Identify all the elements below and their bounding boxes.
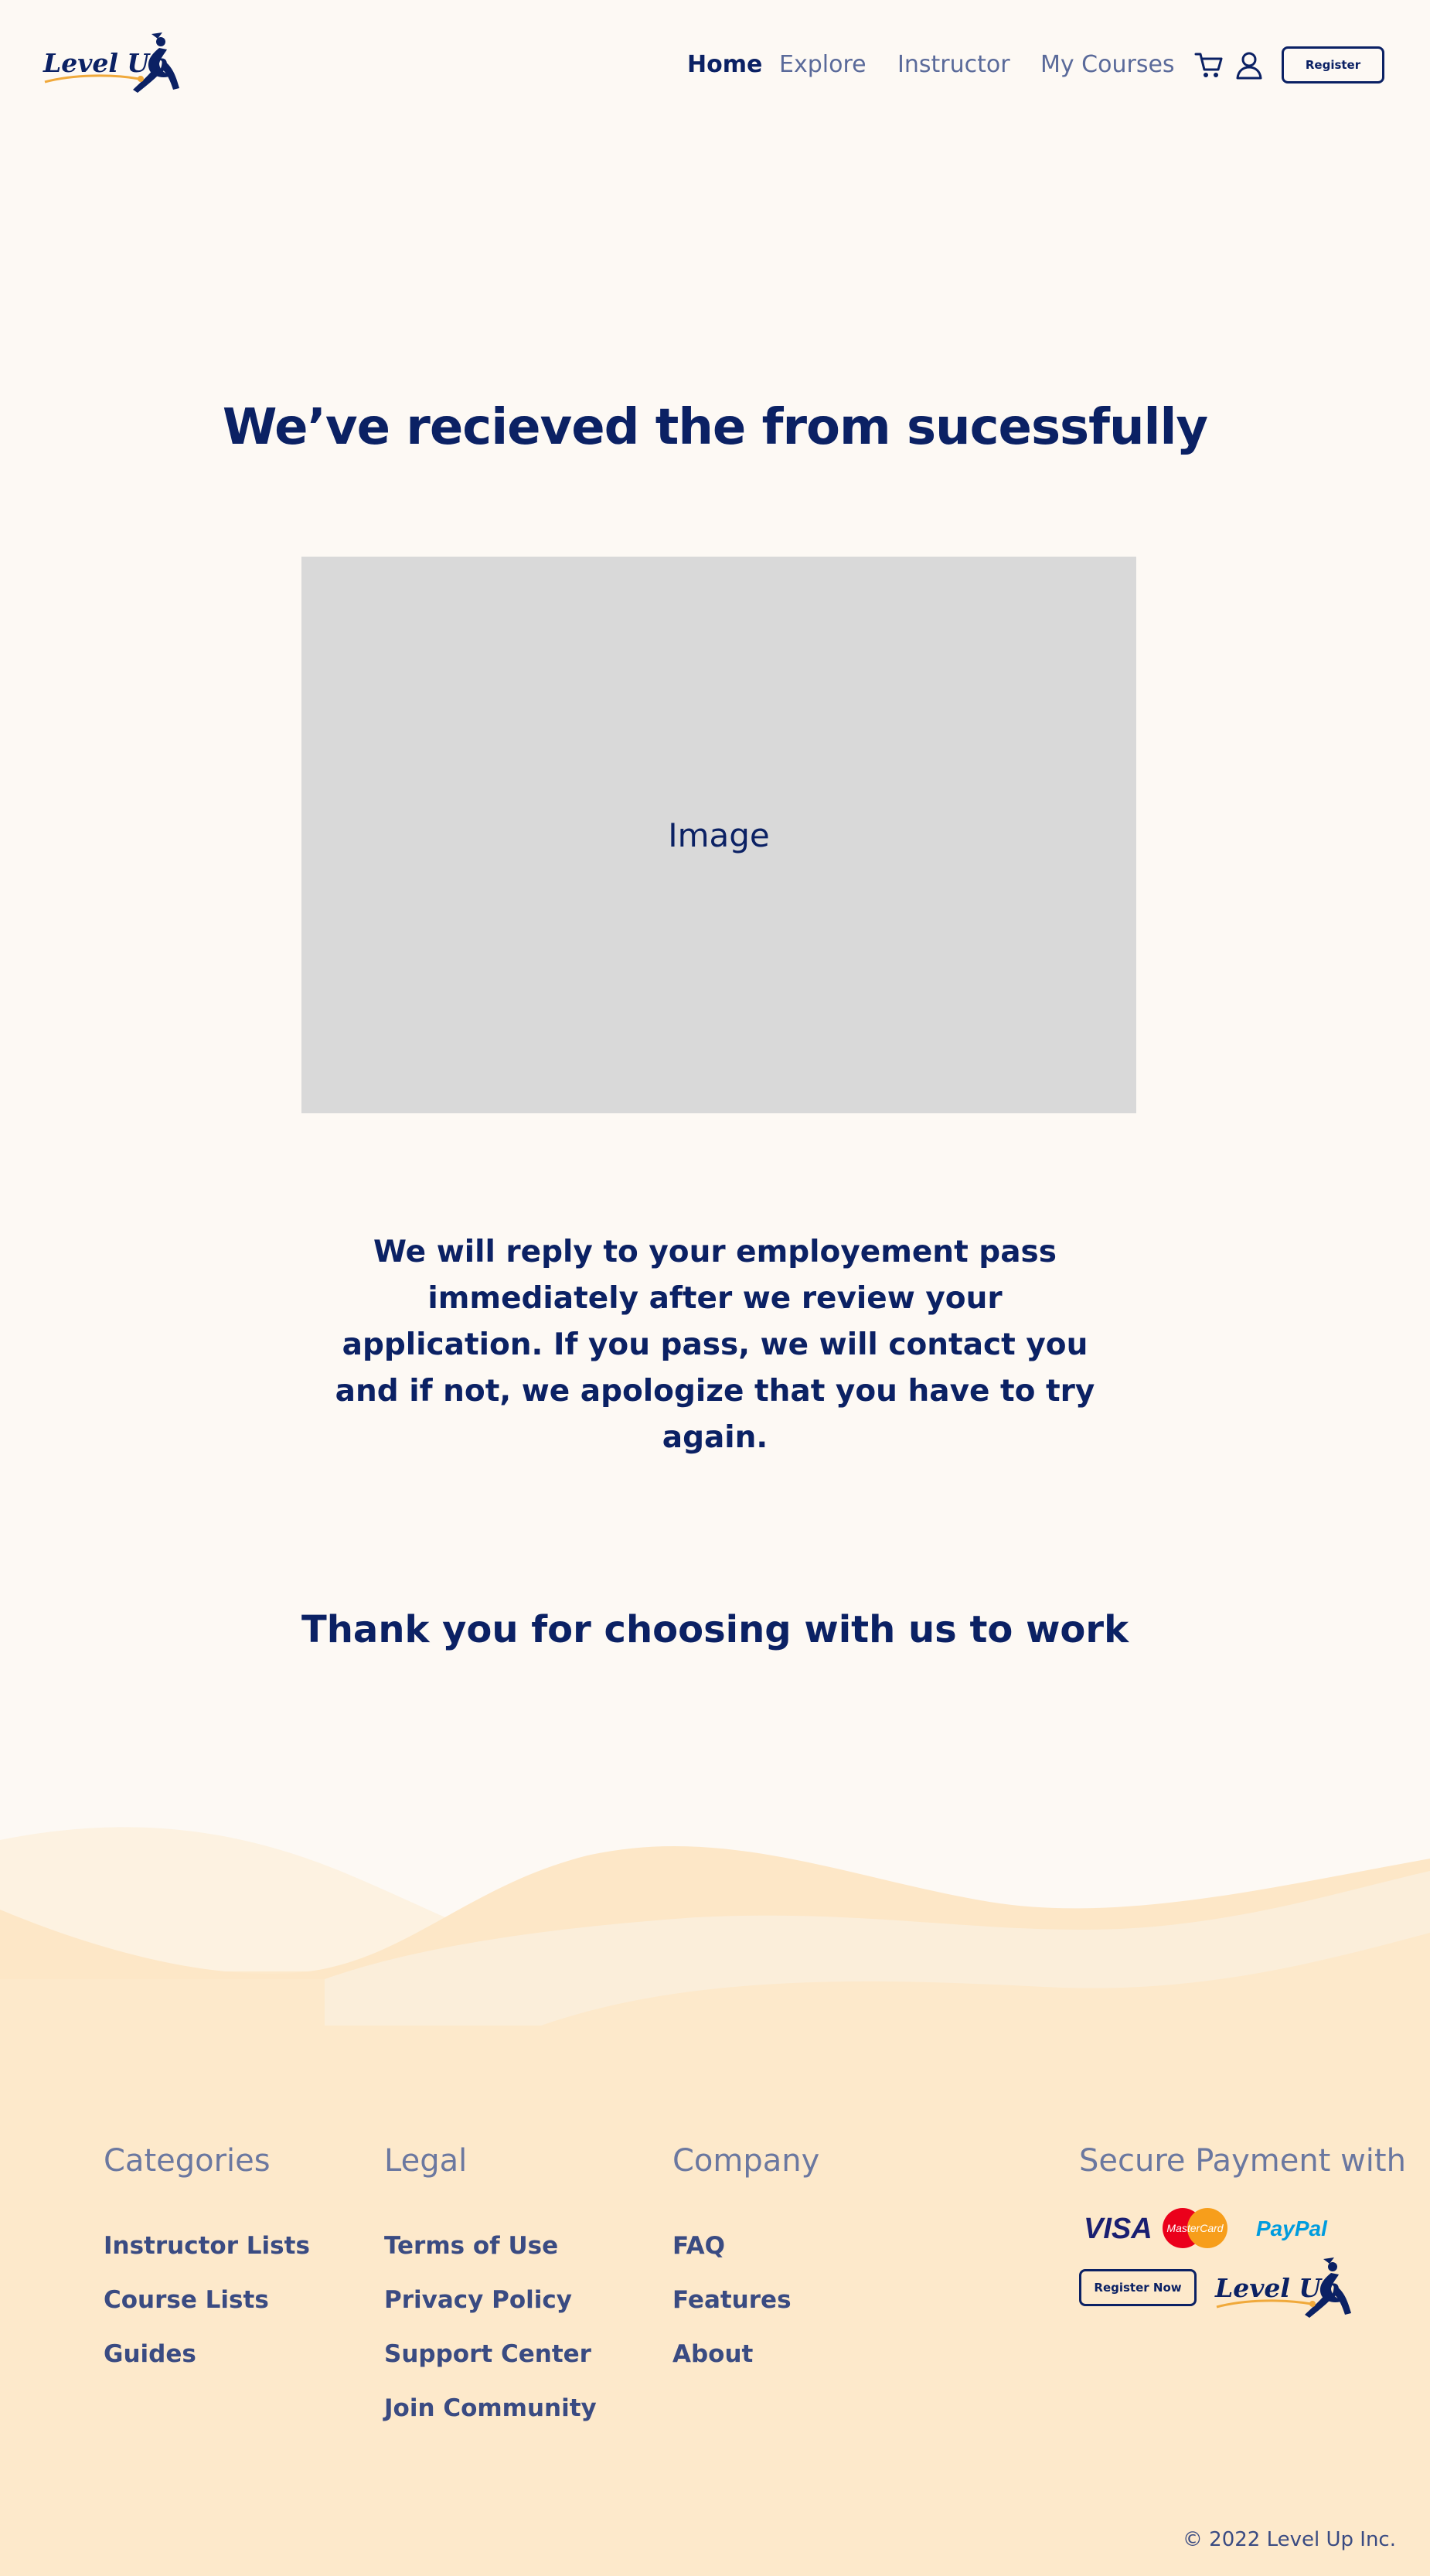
payment-methods: VISA MasterCard PayPal	[1079, 2205, 1334, 2248]
footer-link-course-lists[interactable]: Course Lists	[104, 2273, 310, 2327]
footer-logo[interactable]: Level Up	[1215, 2256, 1354, 2326]
register-button[interactable]: Register	[1282, 46, 1384, 83]
footer-heading: Categories	[104, 2143, 271, 2179]
footer-link-support[interactable]: Support Center	[384, 2327, 597, 2381]
footer-payment: Secure Payment with	[1079, 2143, 1406, 2179]
register-now-button[interactable]: Register Now	[1079, 2269, 1197, 2306]
footer-link-guides[interactable]: Guides	[104, 2327, 310, 2381]
visa-icon: VISA	[1084, 2213, 1153, 2245]
footer-heading: Company	[672, 2143, 820, 2179]
nav-instructor[interactable]: Instructor	[897, 46, 1010, 83]
nav-my-courses[interactable]: My Courses	[1040, 46, 1175, 83]
footer-heading: Legal	[384, 2143, 468, 2179]
logo[interactable]: Level Up	[43, 31, 182, 101]
nav-explore[interactable]: Explore	[779, 46, 867, 83]
footer-link-instructor-lists[interactable]: Instructor Lists	[104, 2219, 310, 2273]
copyright: © 2022 Level Up Inc.	[1182, 2528, 1396, 2551]
cart-icon[interactable]	[1193, 49, 1224, 80]
mastercard-label: MasterCard	[1166, 2222, 1224, 2234]
navbar: Level Up Home Explore Instructor My Cour…	[0, 0, 1430, 131]
user-icon[interactable]	[1234, 49, 1265, 80]
visa-label: VISA	[1084, 2213, 1153, 2245]
image-placeholder: Image	[301, 557, 1136, 1113]
nav-home[interactable]: Home	[687, 46, 762, 83]
footer-link-features[interactable]: Features	[672, 2273, 819, 2327]
footer-link-terms[interactable]: Terms of Use	[384, 2219, 597, 2273]
confirmation-message: We will reply to your employement pass i…	[335, 1235, 1095, 1455]
footer-categories: Categories Instructor Lists Course Lists…	[104, 2143, 310, 2381]
footer-link-privacy[interactable]: Privacy Policy	[384, 2273, 597, 2327]
page-title: We’ve recieved the from sucessfully	[222, 399, 1208, 456]
logo-text: Level Up	[1215, 2273, 1340, 2303]
footer-company: Company FAQ Features About	[672, 2143, 819, 2381]
paypal-label: PayPal	[1256, 2217, 1328, 2240]
paypal-icon: PayPal	[1256, 2217, 1328, 2240]
footer-legal: Legal Terms of Use Privacy Policy Suppor…	[384, 2143, 597, 2435]
footer-link-join-community[interactable]: Join Community	[384, 2381, 597, 2435]
thank-you-heading: Thank you for choosing with us to work	[301, 1608, 1129, 1651]
mastercard-icon: MasterCard	[1163, 2208, 1227, 2248]
image-placeholder-label: Image	[668, 816, 770, 854]
footer-link-about[interactable]: About	[672, 2327, 819, 2381]
logo-text: Level Up	[43, 48, 168, 78]
footer-heading: Secure Payment with	[1079, 2143, 1406, 2179]
footer-link-faq[interactable]: FAQ	[672, 2219, 819, 2273]
